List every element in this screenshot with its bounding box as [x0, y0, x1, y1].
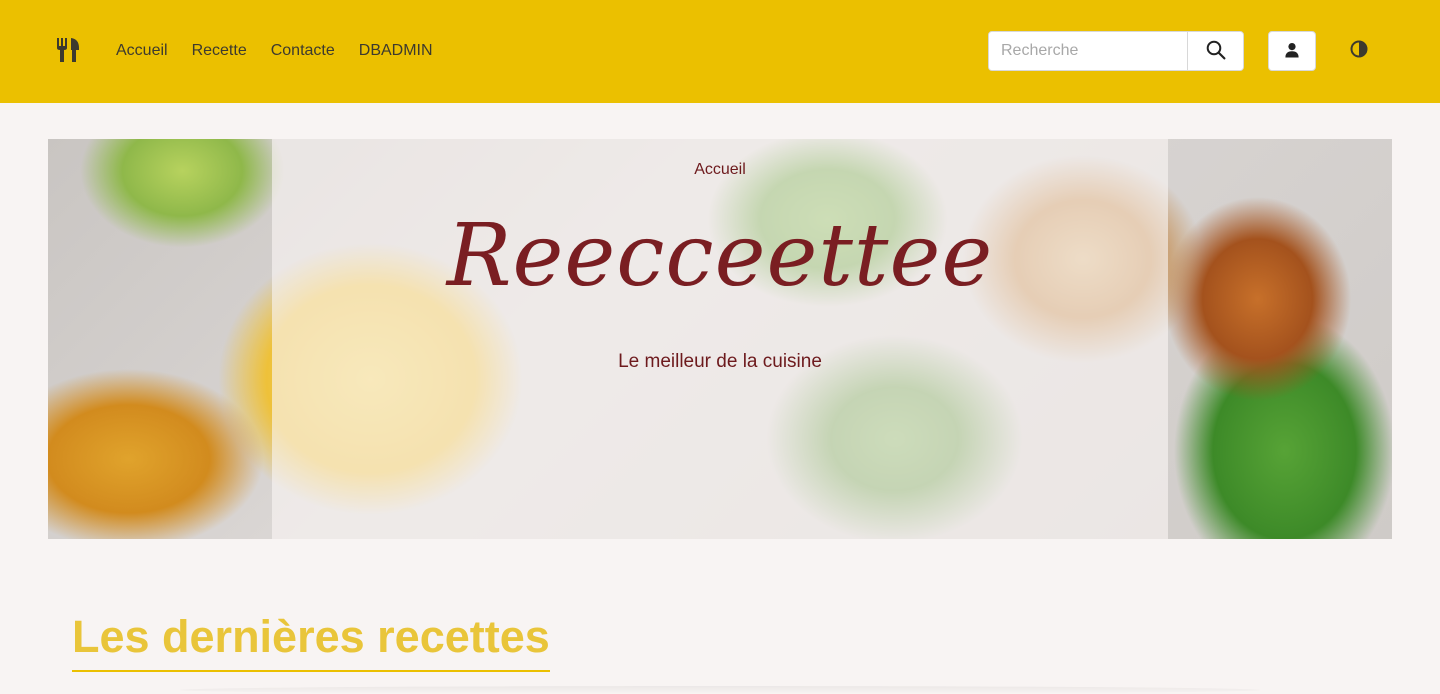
search-group [988, 31, 1244, 71]
search-icon [1206, 40, 1226, 63]
hero-overlay [272, 139, 1168, 539]
user-account-button[interactable] [1268, 31, 1316, 71]
hero-banner: Accueil Reecceettee Le meilleur de la cu… [48, 139, 1392, 539]
site-tagline: Le meilleur de la cuisine [618, 351, 822, 372]
nav-link-accueil[interactable]: Accueil [116, 40, 168, 62]
fork-knife-icon[interactable] [54, 36, 82, 64]
breadcrumb[interactable]: Accueil [48, 161, 1392, 179]
site-title: Reecceettee [446, 206, 994, 306]
nav-link-contacte[interactable]: Contacte [271, 40, 335, 62]
main-nav: Accueil Recette Contacte DBADMIN [116, 40, 433, 62]
search-button[interactable] [1187, 32, 1243, 70]
top-navbar: Accueil Recette Contacte DBADMIN [0, 0, 1440, 103]
nav-link-recette[interactable]: Recette [192, 40, 247, 62]
search-input[interactable] [989, 32, 1187, 70]
half-circle-icon [1350, 40, 1368, 63]
nav-link-dbadmin[interactable]: DBADMIN [359, 40, 433, 62]
user-icon [1284, 42, 1300, 61]
theme-toggle-button[interactable] [1348, 40, 1370, 62]
recipe-card-shadow [180, 686, 1260, 694]
section-title-latest-recipes: Les dernières recettes [72, 608, 550, 672]
